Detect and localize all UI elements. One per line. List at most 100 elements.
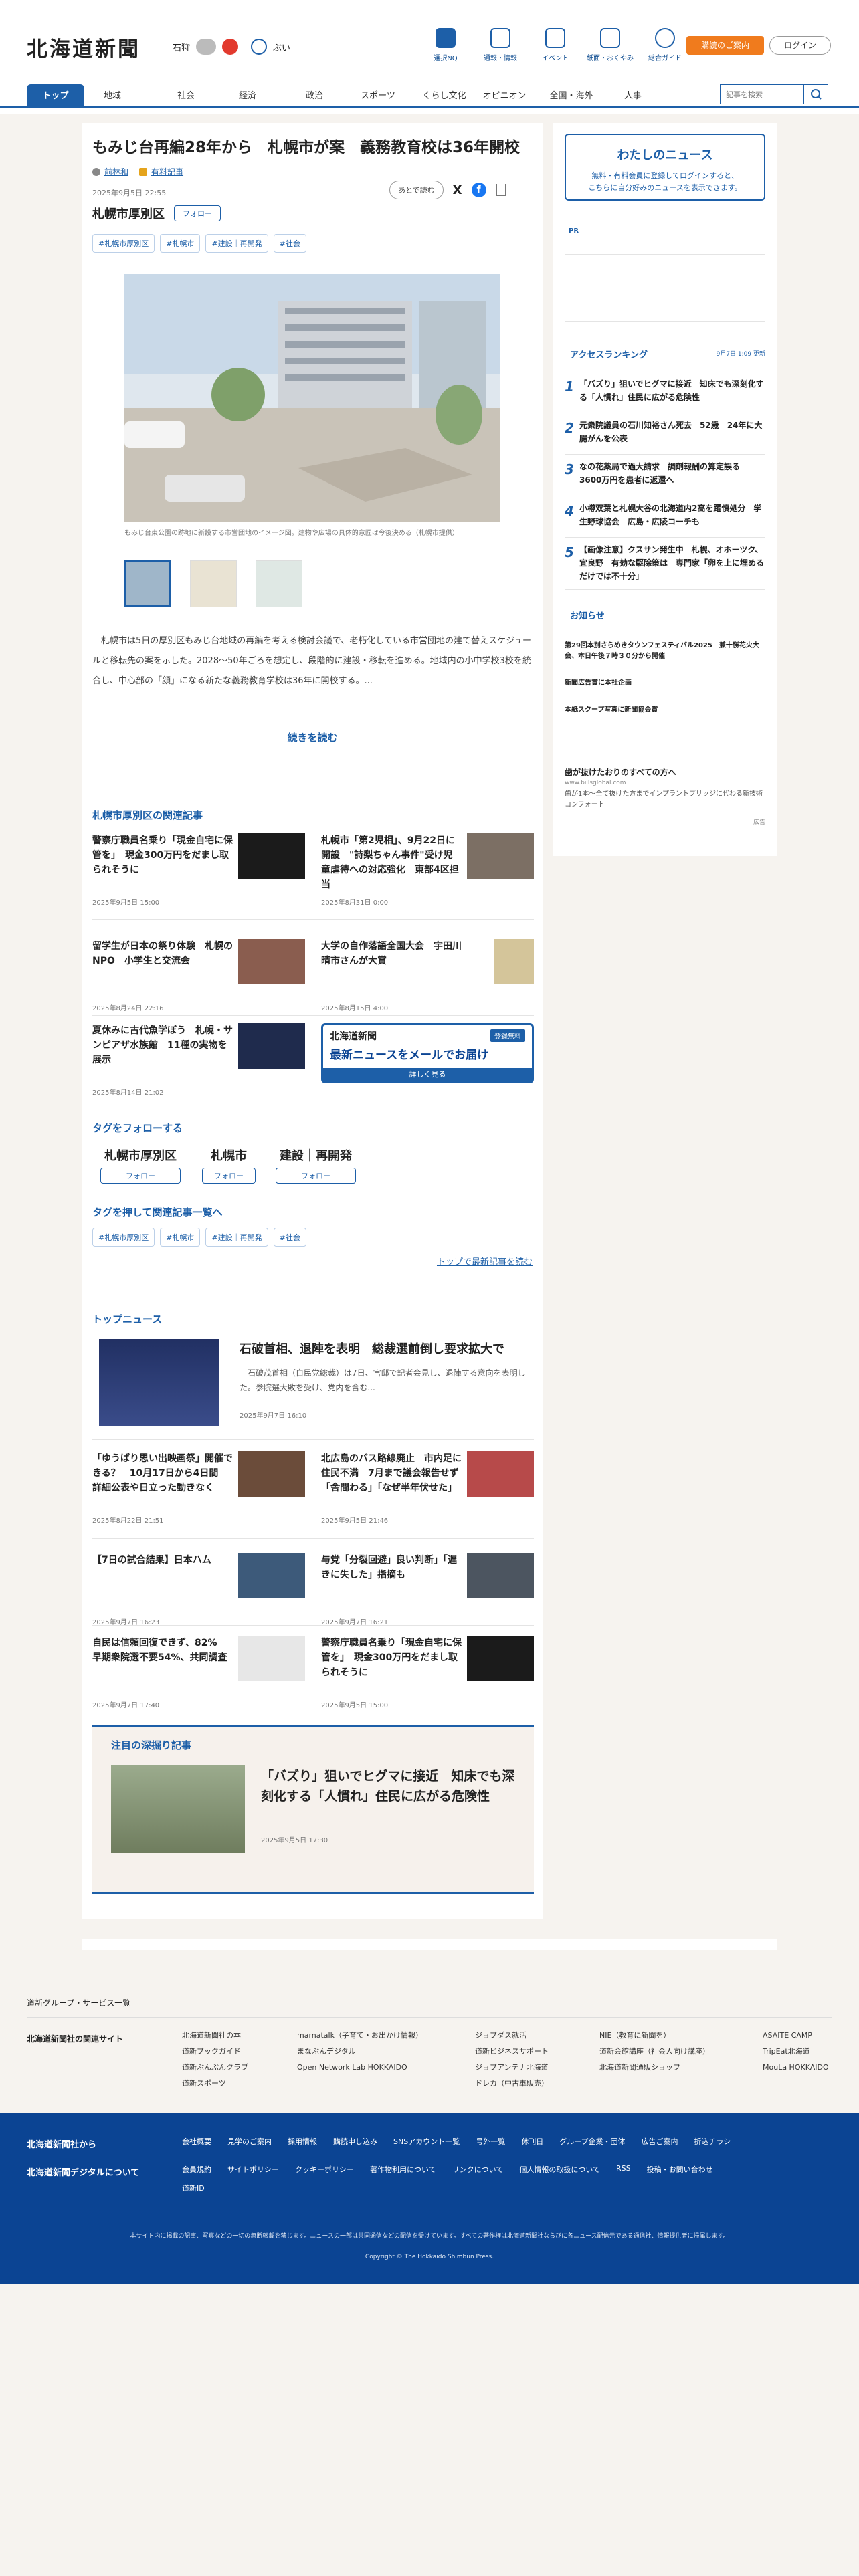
nav-item-report[interactable]: 通報・情報 — [473, 28, 528, 62]
tab-politics[interactable]: 政治 — [294, 84, 335, 108]
subscribe-button[interactable]: 購読のご案内 — [686, 36, 764, 55]
top-news-item[interactable]: 自民は信頼回復できず、82% 早期衆院選不要54%、共同調査 2025年9月7日 … — [92, 1636, 305, 1716]
back-to-top-link[interactable]: トップで最新記事を読む — [437, 1255, 533, 1267]
sites-title: 北海道新聞社の関連サイト — [27, 2034, 124, 2044]
search-icon[interactable] — [803, 85, 828, 104]
divider — [565, 321, 765, 322]
featured-thumbnail[interactable] — [111, 1765, 245, 1853]
top-news-item[interactable]: 「ゆうばり思い出映画祭」開催できる？ 10月17日から4日間 詳細公表や日立った… — [92, 1451, 305, 1531]
share-icon[interactable] — [495, 184, 506, 196]
thumbnail[interactable] — [190, 560, 237, 607]
bookmark-icon — [436, 28, 456, 48]
article-tags: #札幌市厚別区 #札幌市 #建設｜再開発 #社会 — [92, 234, 306, 253]
tab-society[interactable]: 社会 — [166, 84, 206, 108]
site-logo[interactable]: 北海道新聞 — [27, 32, 140, 62]
lead-text: 石破茂首相（自民党総裁）は7日、官邸で記者会見し、退陣する意向を表明した。参院選… — [240, 1368, 526, 1392]
follow-area-button[interactable]: フォロー — [174, 205, 221, 221]
tag-link[interactable]: #建設｜再開発 — [205, 234, 268, 253]
tag-link[interactable]: #札幌市厚別区 — [92, 234, 155, 253]
digital-link-id[interactable]: 道新ID — [182, 2183, 205, 2193]
ad-title[interactable]: 歯が抜けたおりのすべての方へ — [565, 766, 765, 778]
login-button[interactable]: ログイン — [769, 36, 831, 55]
follow-tag-button[interactable]: フォロー — [276, 1168, 356, 1184]
ranking-item[interactable]: 2 元衆院議員の石川知裕さん死去 52歳 24年に大腸がんを公表 — [565, 416, 765, 455]
notice-item[interactable]: 第29回本別さらめきタウンフェスティバル2025 兼十勝花火大会、本日午後７時３… — [565, 641, 765, 662]
site-link-column: NIE（教育に新聞を） 道新会館講座（社会人向け講座） 北海道新聞通販ショップ — [599, 2031, 710, 2072]
tab-personnel[interactable]: 人事 — [613, 84, 653, 108]
notice-item[interactable]: 新聞広告賞に本社企画 — [565, 678, 765, 689]
follow-tag-button[interactable]: フォロー — [100, 1168, 181, 1184]
nav-item-guide[interactable]: 総合ガイド — [638, 28, 692, 62]
ranking-heading[interactable]: アクセスランキング — [570, 348, 648, 360]
author-link[interactable]: 前林和 — [104, 166, 128, 177]
featured-heading[interactable]: 注目の深掘り記事 — [111, 1738, 191, 1752]
notice-heading[interactable]: お知らせ — [570, 609, 605, 621]
article-photo[interactable] — [124, 274, 500, 522]
weather-status: ぶい — [273, 43, 291, 53]
tag-link[interactable]: #札幌市厚別区 — [92, 1228, 155, 1247]
top-news-item[interactable]: 与党「分裂回避」良い判断」「遅きに失した」指摘も 2025年9月7日 16:21 — [321, 1553, 534, 1633]
ranking-item[interactable]: 3 なの花薬局で過大請求 調剤報酬の算定誤る 3600万円を患者に返還へ — [565, 457, 765, 496]
follow-tag-button[interactable]: フォロー — [202, 1168, 256, 1184]
top-news-item[interactable]: 警察庁職員名乗り「現金自宅に保管を」 現金300万円をだまし取られそうに 2025… — [321, 1636, 534, 1716]
read-more-button[interactable]: 続きを読む — [82, 730, 543, 744]
nav-item-event[interactable]: イベント — [528, 28, 583, 62]
tab-world[interactable]: 全国・海外 — [545, 84, 598, 108]
photo-caption: もみじ台東公園の跡地に新設する市営団地のイメージ図。建物や広場の具体的意匠は今後… — [124, 530, 459, 537]
tag-link[interactable]: #建設｜再開発 — [205, 1228, 268, 1247]
ranking-item[interactable]: 1 「バズり」狙いでヒグマに接近 知床でも深刻化する「人慣れ」住民に広がる危険性 — [565, 374, 765, 413]
divider — [27, 2017, 832, 2018]
tag-link[interactable]: #札幌市 — [160, 234, 201, 253]
lead-news[interactable]: 石破首相、退陣を表明 総裁選前倒し要求拡大で 石破茂首相（自民党総裁）は7日、官… — [92, 1339, 534, 1432]
facebook-share-icon[interactable]: f — [471, 183, 486, 197]
page-bottom — [0, 2284, 859, 2576]
related-item[interactable]: 札幌市「第2児相」、9月22日に開設 "詩梨ちゃん事件"受け児童虐待への対応強化… — [321, 833, 534, 914]
thumbnail[interactable] — [124, 560, 171, 607]
tab-sports[interactable]: スポーツ — [355, 84, 401, 108]
digital-title: 北海道新聞デジタルについて — [27, 2168, 140, 2178]
free-badge: 登録無料 — [490, 1029, 525, 1042]
tab-culture[interactable]: くらし文化 — [417, 84, 471, 108]
corp-title: 北海道新聞社から — [27, 2140, 97, 2150]
tag-link[interactable]: #札幌市 — [160, 1228, 201, 1247]
related-thumbnail — [238, 1023, 305, 1069]
read-later-button[interactable]: あとで読む — [389, 181, 444, 199]
site-link-column: marnatalk（子育て・お出かけ情報） まなぶんデジタル Open Networ… — [297, 2031, 423, 2072]
search-input[interactable] — [721, 85, 801, 104]
tab-economy[interactable]: 経済 — [227, 84, 268, 108]
related-item[interactable]: 警察庁職員名乗り「現金自宅に保管を」 現金300万円をだまし取られそうに 202… — [92, 833, 305, 914]
ranking-item[interactable]: 4 小樽双葉と札幌大谷の北海道内2高を躍慎処分 学生野球協会 広島・広陵コーチも — [565, 499, 765, 538]
main-column: もみじ台再編28年から 札幌市が案 義務教育校は36年開校 前林和 有料記事 2… — [82, 123, 543, 1919]
thumbnail[interactable] — [256, 560, 302, 607]
group-link[interactable]: 道新グループ・サービス一覧 — [27, 1997, 130, 2008]
tag-link[interactable]: #社会 — [273, 234, 306, 253]
cloud-icon — [196, 39, 217, 55]
related-item[interactable]: 夏休みに古代魚学ぼう 札幌・サンピアザ水族館 11種の実物を展示 2025年8月… — [92, 1023, 305, 1103]
related-thumbnail — [494, 939, 534, 984]
tag-link[interactable]: #社会 — [273, 1228, 306, 1247]
related-item[interactable]: 留学生が日本の祭り体験 札幌のNPO 小学生と交流会 2025年8月24日 22… — [92, 939, 305, 1019]
follow-tag: 建設｜再開発 フォロー — [276, 1146, 356, 1184]
top-news-item[interactable]: 【7日の試合結果】日本ハム 2025年9月7日 16:23 — [92, 1553, 305, 1633]
tab-opinion[interactable]: オピニオン — [478, 84, 531, 108]
banner-button[interactable]: 詳しく見る — [323, 1068, 532, 1081]
top-news-item[interactable]: 北広島のバス路線廃止 市内足に住民不満 7月まで議会報告せず 「舎間わる」「なぜ… — [321, 1451, 534, 1531]
divider — [92, 1625, 534, 1626]
article-title: もみじ台再編28年から 札幌市が案 義務教育校は36年開校 — [92, 139, 520, 156]
my-news-login-link[interactable]: ログイン — [680, 171, 709, 180]
notice-item[interactable]: 本紙スクープ写真に新聞協会賞 — [565, 705, 765, 716]
paid-article-link[interactable]: 有料記事 — [151, 166, 183, 177]
newsletter-banner[interactable]: 北海道新聞 登録無料 最新ニュースをメールでお届け 詳しく見る — [321, 1023, 534, 1083]
weather-widget[interactable]: 石狩 ぶい — [173, 39, 290, 55]
sun-icon — [222, 39, 239, 55]
related-item[interactable]: 大学の自作落語全国大会 宇田川晴市さんが大賞 2025年8月15日 4:00 — [321, 939, 534, 1019]
featured-title[interactable]: 「バズり」狙いでヒグマに接近 知床でも深刻化する「人慣れ」住民に広がる危険性 — [261, 1766, 522, 1806]
related-thumbnail — [467, 833, 534, 879]
x-share-icon[interactable]: X — [453, 183, 462, 197]
tab-top[interactable]: トップ — [27, 84, 84, 108]
tab-region[interactable]: 地域 — [92, 84, 132, 108]
nav-item-paper[interactable]: 紙面・おくやみ — [583, 28, 638, 62]
help-icon — [655, 28, 675, 48]
nav-item-selection[interactable]: 選択NQ — [418, 28, 473, 62]
ranking-item[interactable]: 5 【画像注意】クスサン発生中 札幌、オホーツク、宜良野 有効な駆除策は 専門家「… — [565, 540, 765, 590]
